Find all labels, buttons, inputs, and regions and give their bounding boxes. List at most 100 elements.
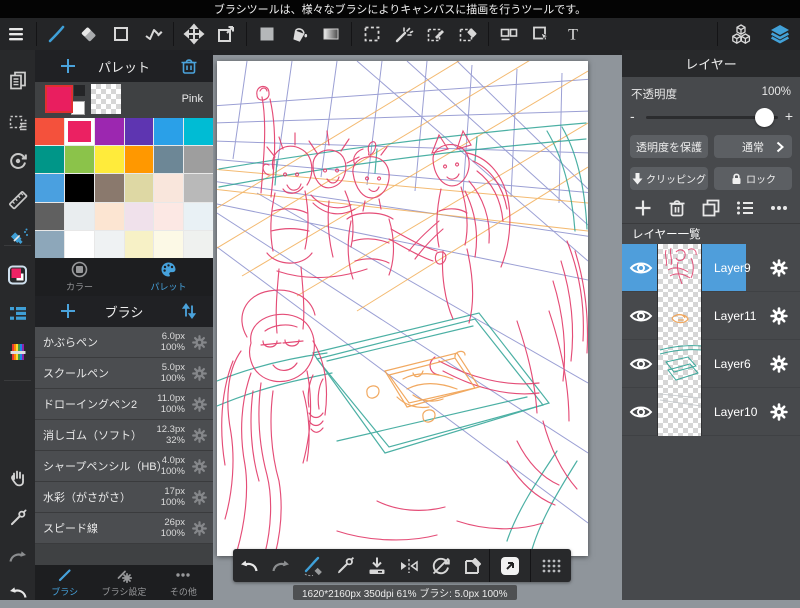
palette-swatch[interactable] bbox=[35, 118, 64, 146]
tab-brush[interactable]: ブラシ bbox=[35, 565, 94, 600]
palette-swatch[interactable] bbox=[124, 202, 154, 230]
layer-list-panel-button[interactable] bbox=[0, 298, 35, 328]
slider-knob[interactable] bbox=[755, 108, 774, 127]
select-expand-button[interactable] bbox=[0, 108, 35, 138]
text-tool-button[interactable]: T bbox=[557, 18, 589, 50]
tab-other[interactable]: その他 bbox=[154, 565, 213, 600]
tab-palette[interactable]: パレット bbox=[124, 258, 213, 296]
palette-swatch[interactable] bbox=[154, 230, 184, 258]
brush-item[interactable]: シャープペンシル（HB） 4.0px 100% bbox=[35, 451, 213, 482]
visibility-icon[interactable] bbox=[627, 355, 655, 373]
palette-swatch[interactable] bbox=[184, 230, 213, 258]
color-panel-button[interactable] bbox=[0, 260, 35, 290]
palette-swatch[interactable] bbox=[35, 174, 64, 202]
palette-swatch[interactable] bbox=[94, 202, 124, 230]
protect-alpha-button[interactable]: 透明度を保護 bbox=[630, 135, 708, 158]
brush-item[interactable]: かぶらペン 6.0px 100% bbox=[35, 327, 213, 358]
add-layer-icon[interactable] bbox=[633, 198, 653, 218]
airbrush-button[interactable] bbox=[0, 223, 35, 253]
layer-settings-icon[interactable] bbox=[769, 402, 789, 422]
current-color-swatch[interactable] bbox=[45, 85, 85, 115]
canvas[interactable] bbox=[217, 61, 588, 556]
brush-settings-icon[interactable] bbox=[191, 458, 208, 475]
layer-settings-icon[interactable] bbox=[769, 258, 789, 278]
palette-swatch[interactable] bbox=[94, 230, 124, 258]
layer-menu-icon[interactable] bbox=[735, 198, 755, 218]
layer-row[interactable]: Layer6 bbox=[622, 340, 800, 388]
layer-settings-icon[interactable] bbox=[769, 354, 789, 374]
layer-settings-icon[interactable] bbox=[769, 306, 789, 326]
pen-tool-button[interactable] bbox=[329, 549, 361, 582]
delete-layer-icon[interactable] bbox=[667, 198, 687, 218]
visibility-icon[interactable] bbox=[627, 307, 655, 325]
opacity-plus[interactable]: + bbox=[785, 108, 793, 124]
clear-button[interactable] bbox=[457, 549, 489, 582]
select-move-button[interactable] bbox=[525, 18, 557, 50]
lock-button[interactable]: ロック bbox=[714, 167, 792, 190]
material-panel-button[interactable] bbox=[0, 337, 35, 367]
brush-tool-button[interactable] bbox=[41, 18, 73, 50]
gradient-tool-button[interactable] bbox=[315, 18, 347, 50]
select-eraser-button[interactable] bbox=[452, 18, 484, 50]
palette-swatch[interactable] bbox=[154, 174, 184, 202]
duplicate-layer-icon[interactable] bbox=[701, 198, 721, 218]
rotate-lock-button[interactable] bbox=[425, 549, 457, 582]
palette-swatch[interactable] bbox=[154, 202, 184, 230]
reset-view-button[interactable] bbox=[0, 146, 35, 176]
palette-swatch[interactable] bbox=[124, 118, 154, 146]
brush-settings-icon[interactable] bbox=[191, 365, 208, 382]
palette-swatch[interactable] bbox=[154, 146, 184, 174]
layer-thumbnail[interactable] bbox=[657, 388, 702, 436]
save-button[interactable] bbox=[361, 549, 393, 582]
palette-swatch[interactable] bbox=[64, 146, 94, 174]
fill-shape-tool-button[interactable] bbox=[251, 18, 283, 50]
brush-item[interactable]: 水彩（がさがさ） 17px 100% bbox=[35, 482, 213, 513]
palette-swatch[interactable] bbox=[64, 202, 94, 230]
more-actions-icon[interactable] bbox=[769, 198, 789, 218]
palette-swatch[interactable] bbox=[184, 174, 213, 202]
eraser-tool-button[interactable] bbox=[73, 18, 105, 50]
flip-horizontal-button[interactable] bbox=[393, 549, 425, 582]
material-button[interactable] bbox=[490, 549, 530, 582]
brush-item[interactable]: ドローイングペン2 11.0px 100% bbox=[35, 389, 213, 420]
add-palette-icon[interactable] bbox=[57, 55, 79, 77]
clipping-button[interactable]: クリッピング bbox=[630, 167, 708, 190]
shape-tool-button[interactable] bbox=[105, 18, 137, 50]
undo-canvas-button[interactable] bbox=[233, 549, 265, 582]
palette-swatch[interactable] bbox=[94, 174, 124, 202]
tab-brush-settings[interactable]: ブラシ設定 bbox=[94, 565, 153, 600]
palette-swatch[interactable] bbox=[94, 146, 124, 174]
brush-item[interactable]: スピード線 26px 100% bbox=[35, 513, 213, 544]
brush-settings-icon[interactable] bbox=[191, 334, 208, 351]
redo-canvas-button[interactable] bbox=[265, 549, 297, 582]
undo-button[interactable] bbox=[0, 578, 35, 608]
hand-tool-button[interactable] bbox=[0, 463, 35, 493]
palette-swatch[interactable] bbox=[94, 118, 124, 146]
palette-swatch[interactable] bbox=[124, 230, 154, 258]
delete-palette-icon[interactable] bbox=[179, 56, 199, 76]
palette-swatch[interactable] bbox=[35, 202, 64, 230]
eyedropper-button[interactable] bbox=[0, 503, 35, 533]
sort-brushes-icon[interactable] bbox=[180, 302, 198, 320]
transform-tool-button[interactable] bbox=[210, 18, 242, 50]
brush-settings-icon[interactable] bbox=[191, 520, 208, 537]
visibility-icon[interactable] bbox=[627, 259, 655, 277]
brush-item[interactable]: スクールペン 5.0px 100% bbox=[35, 358, 213, 389]
polyline-tool-button[interactable] bbox=[137, 18, 169, 50]
layer-thumbnail[interactable] bbox=[657, 244, 702, 292]
redo-button[interactable] bbox=[0, 542, 35, 572]
brush-settings-icon[interactable] bbox=[191, 396, 208, 413]
add-brush-icon[interactable] bbox=[57, 300, 79, 322]
palette-swatch[interactable] bbox=[124, 174, 154, 202]
palette-swatch[interactable] bbox=[154, 118, 184, 146]
material-3d-button[interactable] bbox=[722, 18, 760, 50]
palette-swatch[interactable] bbox=[35, 146, 64, 174]
brush-settings-icon[interactable] bbox=[191, 489, 208, 506]
layer-row[interactable]: Layer11 bbox=[622, 292, 800, 340]
blend-mode-button[interactable]: 通常 bbox=[714, 135, 792, 158]
brush-settings-icon[interactable] bbox=[191, 427, 208, 444]
palette-swatch[interactable] bbox=[184, 118, 213, 146]
brush-eraser-toggle-button[interactable] bbox=[297, 549, 329, 582]
snap-ruler-button[interactable] bbox=[0, 185, 35, 215]
transparent-swatch[interactable] bbox=[91, 84, 121, 114]
